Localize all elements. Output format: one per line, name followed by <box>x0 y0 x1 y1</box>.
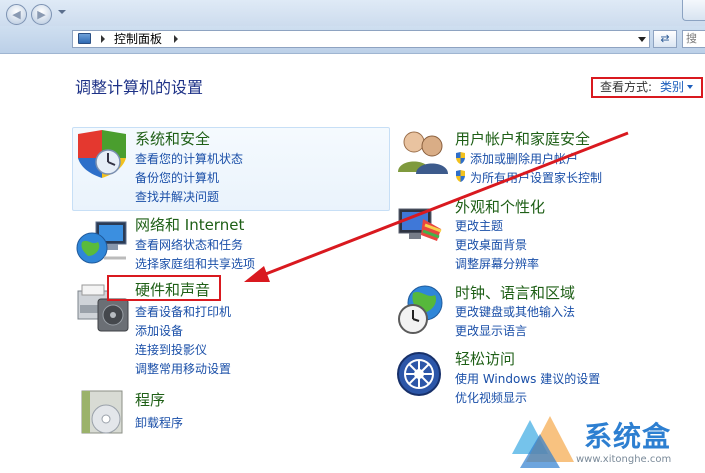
category-clock-language-region[interactable]: 时钟、语言和区域 <box>455 284 575 303</box>
search-input[interactable]: 搜 <box>682 30 705 48</box>
link-network-status[interactable]: 查看网络状态和任务 <box>135 237 243 253</box>
link-connect-projector[interactable]: 连接到投影仪 <box>135 342 207 358</box>
link-mobility-settings[interactable]: 调整常用移动设置 <box>135 361 231 377</box>
watermark-brand: 系统盒 <box>584 420 672 453</box>
category-network-internet[interactable]: 网络和 Internet <box>135 216 244 235</box>
back-button[interactable]: ◀ <box>6 4 27 25</box>
category-ease-of-access[interactable]: 轻松访问 <box>455 350 515 369</box>
link-uninstall-program[interactable]: 卸载程序 <box>135 415 183 431</box>
address-dropdown-icon[interactable] <box>638 37 646 42</box>
system-security-shield-icon <box>78 130 126 178</box>
refresh-button[interactable]: ⇄ <box>653 30 677 48</box>
link-windows-suggested-settings[interactable]: 使用 Windows 建议的设置 <box>455 371 600 387</box>
link-homegroup-sharing[interactable]: 选择家庭组和共享选项 <box>135 256 255 272</box>
uac-shield-icon <box>456 152 465 164</box>
programs-disc-icon <box>81 390 123 434</box>
link-optimize-visual[interactable]: 优化视频显示 <box>455 390 527 406</box>
uac-shield-icon <box>456 170 465 182</box>
watermark-url: www.xitonghe.com <box>576 454 672 465</box>
ease-of-access-icon <box>397 352 441 396</box>
category-appearance[interactable]: 外观和个性化 <box>455 198 545 217</box>
breadcrumb-chevron-icon[interactable] <box>101 35 105 43</box>
link-change-theme[interactable]: 更改主题 <box>455 218 503 234</box>
title-bar <box>0 0 705 26</box>
view-by-label: 查看方式: <box>600 80 653 94</box>
page-title: 调整计算机的设置 <box>75 78 204 97</box>
link-add-device[interactable]: 添加设备 <box>135 323 183 339</box>
refresh-icon: ⇄ <box>660 32 670 45</box>
category-system-security[interactable]: 系统和安全 <box>135 130 210 149</box>
forward-button[interactable]: ▶ <box>31 4 52 25</box>
category-programs[interactable]: 程序 <box>135 391 165 410</box>
appearance-monitor-icon <box>398 208 442 241</box>
link-backup-computer[interactable]: 备份您的计算机 <box>135 170 219 186</box>
users-icon <box>398 131 448 174</box>
view-by-selector[interactable]: 查看方式: 类别 <box>591 77 703 98</box>
link-parental-controls[interactable]: 为所有用户设置家长控制 <box>470 170 602 186</box>
annotation-highlight-box <box>107 275 221 301</box>
link-screen-resolution[interactable]: 调整屏幕分辨率 <box>455 256 539 272</box>
link-troubleshoot[interactable]: 查找并解决问题 <box>135 189 219 205</box>
link-keyboard-input[interactable]: 更改键盘或其他输入法 <box>455 304 575 320</box>
link-devices-printers[interactable]: 查看设备和打印机 <box>135 304 231 320</box>
breadcrumb-control-panel[interactable]: 控制面板 <box>114 31 162 47</box>
link-display-language[interactable]: 更改显示语言 <box>455 323 527 339</box>
view-by-value[interactable]: 类别 <box>660 80 684 94</box>
link-desktop-background[interactable]: 更改桌面背景 <box>455 237 527 253</box>
chevron-down-icon[interactable] <box>687 85 694 89</box>
control-panel-icon <box>78 33 91 44</box>
network-globe-icon <box>76 221 127 264</box>
link-add-remove-accounts[interactable]: 添加或删除用户帐户 <box>470 151 578 167</box>
recent-pages-dropdown-icon[interactable] <box>58 10 66 14</box>
clock-globe-icon <box>398 285 443 334</box>
forward-arrow-icon: ▶ <box>37 8 46 21</box>
back-arrow-icon: ◀ <box>12 8 21 21</box>
category-user-accounts[interactable]: 用户帐户和家庭安全 <box>455 130 590 149</box>
breadcrumb-chevron-icon[interactable] <box>174 35 178 43</box>
window-close-corner[interactable] <box>682 0 705 21</box>
link-view-computer-status[interactable]: 查看您的计算机状态 <box>135 151 243 167</box>
xitonghe-logo-icon <box>512 416 574 468</box>
